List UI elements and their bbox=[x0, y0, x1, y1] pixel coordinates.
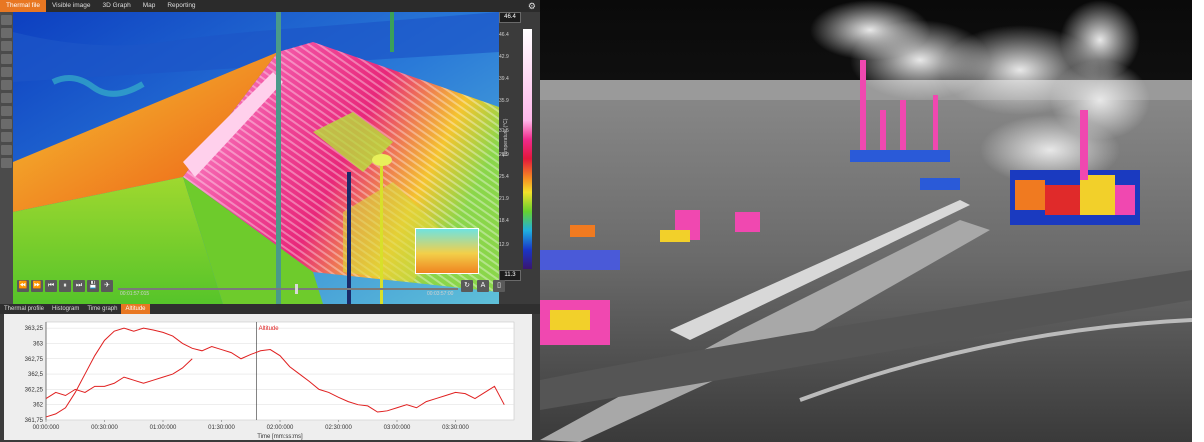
tool-button[interactable] bbox=[1, 145, 12, 155]
x-tick-label: 03:30:000 bbox=[442, 425, 469, 431]
x-tick-label: 02:30:000 bbox=[325, 425, 352, 431]
time-end-label: 00:03:57:00 bbox=[427, 291, 454, 297]
player-controls: ⏪ ⏩ ⏮ ⏸ ⏭ 💾 ✈ bbox=[17, 280, 113, 292]
tool-button[interactable] bbox=[1, 119, 12, 129]
tool-button[interactable] bbox=[1, 54, 12, 64]
y-tick-label: 361,75 bbox=[25, 418, 44, 424]
tab-thermal-file[interactable]: Thermal file bbox=[0, 0, 46, 12]
cursor-annotation: Altitude bbox=[259, 326, 280, 332]
save-button[interactable]: 💾 bbox=[87, 280, 99, 292]
x-axis-label: Time [mm:ss:ms] bbox=[257, 434, 303, 440]
altitude-chart: 363,25 363 362,75 362,5 362,25 362 361,7500:00… bbox=[25, 321, 515, 440]
scale-tick: 42.9 bbox=[499, 54, 509, 60]
temperature-scale: 46.4 46.4 42.9 39.4 35.9 31.5 28.9 25.4 … bbox=[499, 12, 540, 304]
scale-tick: 21.9 bbox=[499, 196, 509, 202]
y-tick-label: 362,25 bbox=[25, 387, 44, 393]
altitude-chart-panel: 363,25 363 362,75 362,5 362,25 362 361,75 00:00… bbox=[4, 314, 532, 440]
x-tick-label: 02:00:000 bbox=[267, 425, 294, 431]
scale-tick: 18.4 bbox=[499, 218, 509, 224]
x-tick-label: 00:00:000 bbox=[33, 425, 60, 431]
tool-button[interactable] bbox=[1, 15, 12, 25]
drone-button[interactable]: ✈ bbox=[101, 280, 113, 292]
tab-thermal-profile[interactable]: Thermal profile bbox=[0, 304, 48, 314]
refinery-thermal-photo bbox=[540, 0, 1192, 442]
y-tick-label: 362 bbox=[33, 403, 44, 409]
thermal-image-viewport[interactable]: ⏪ ⏩ ⏮ ⏸ ⏭ 💾 ✈ 00:01:57:015 00:03:57:00 bbox=[13, 12, 499, 304]
skip-end-button[interactable]: ⏭ bbox=[73, 280, 85, 292]
tool-button[interactable] bbox=[1, 93, 12, 103]
y-tick-label: 362,75 bbox=[25, 357, 44, 363]
chart-plot-area bbox=[45, 321, 515, 421]
scale-max-box[interactable]: 46.4 bbox=[499, 12, 521, 23]
scale-marker-lower[interactable]: 12.9 bbox=[499, 242, 509, 248]
tab-time-graph[interactable]: Time graph bbox=[83, 304, 121, 314]
scale-unit-label: Temperature (°C) bbox=[503, 118, 509, 157]
view-tools: ↻ A ▯ bbox=[461, 280, 505, 292]
time-start-label: 00:01:57:015 bbox=[120, 291, 150, 297]
skip-start-button[interactable]: ⏮ bbox=[45, 280, 57, 292]
tool-button[interactable] bbox=[1, 28, 12, 38]
minimap-inset[interactable] bbox=[415, 228, 479, 274]
color-palette-bar bbox=[523, 29, 532, 269]
tool-button[interactable] bbox=[1, 67, 12, 77]
auto-scale-button[interactable]: A bbox=[477, 280, 489, 292]
tool-button[interactable] bbox=[1, 132, 12, 142]
tab-histogram[interactable]: Histogram bbox=[48, 304, 83, 314]
tab-visible-image[interactable]: Visible image bbox=[46, 0, 97, 12]
x-tick-label: 01:30:000 bbox=[208, 425, 235, 431]
scale-tick: 39.4 bbox=[499, 76, 509, 82]
tab-map[interactable]: Map bbox=[137, 0, 162, 12]
pause-button[interactable]: ⏸ bbox=[59, 280, 71, 292]
x-tick-label: 01:00:000 bbox=[150, 425, 177, 431]
rewind-button[interactable]: ⏪ bbox=[17, 280, 29, 292]
chart-tab-bar: Thermal profile Histogram Time graph Alt… bbox=[0, 304, 540, 314]
refinery-thermal-image bbox=[540, 0, 1192, 442]
main-tab-bar: Thermal file Visible image 3D Graph Map … bbox=[0, 0, 540, 12]
scale-toggle-button[interactable]: ▯ bbox=[493, 280, 505, 292]
rotate-button[interactable]: ↻ bbox=[461, 280, 473, 292]
scale-tick: 46.4 bbox=[499, 32, 509, 38]
tab-reporting[interactable]: Reporting bbox=[161, 0, 201, 12]
y-tick-label: 363,25 bbox=[25, 326, 44, 332]
gear-icon[interactable]: ⚙ bbox=[528, 1, 536, 11]
y-tick-label: 362,5 bbox=[28, 372, 44, 378]
tool-button[interactable] bbox=[1, 41, 12, 51]
left-toolbar bbox=[0, 12, 13, 304]
tool-button[interactable] bbox=[1, 80, 12, 90]
seek-bar[interactable] bbox=[118, 284, 458, 294]
fast-forward-button[interactable]: ⏩ bbox=[31, 280, 43, 292]
x-tick-label: 00:30:000 bbox=[91, 425, 118, 431]
tool-button[interactable] bbox=[1, 158, 12, 168]
scale-tick: 35.9 bbox=[499, 98, 509, 104]
tab-altitude[interactable]: Altitude bbox=[121, 304, 150, 314]
y-tick-label: 363 bbox=[33, 341, 44, 347]
tool-button[interactable] bbox=[1, 106, 12, 116]
x-tick-label: 03:00:000 bbox=[384, 425, 411, 431]
tab-3d-graph[interactable]: 3D Graph bbox=[97, 0, 137, 12]
thermal-analysis-app: Thermal file Visible image 3D Graph Map … bbox=[0, 0, 540, 442]
scale-tick: 25.4 bbox=[499, 174, 509, 180]
seek-handle[interactable] bbox=[294, 284, 298, 294]
